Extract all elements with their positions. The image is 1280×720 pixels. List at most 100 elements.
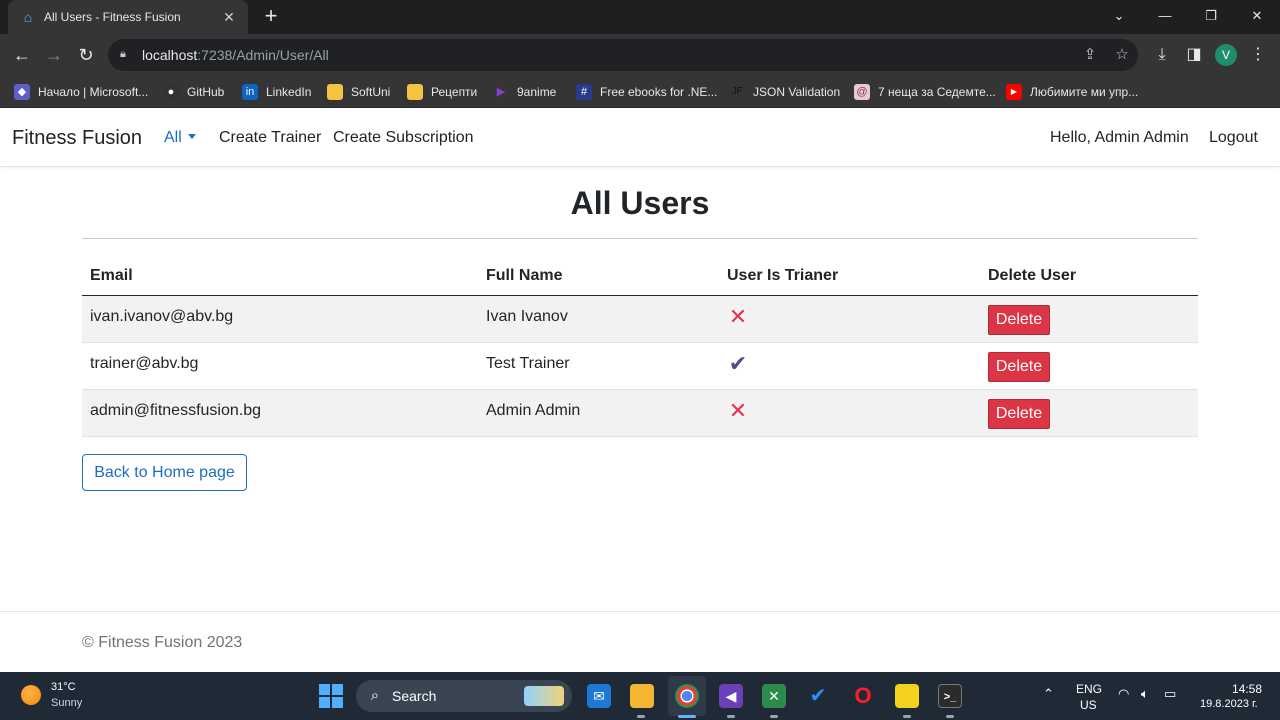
weather-condition[interactable]: Sunny xyxy=(51,697,82,709)
weather-temperature[interactable]: 31°C xyxy=(51,681,76,693)
tab-search-icon[interactable]: ⌄ xyxy=(1096,0,1142,32)
linkedin-icon: in xyxy=(242,84,258,100)
running-indicator xyxy=(770,715,778,718)
bookmark-item[interactable]: ◆ Начало | Microsoft... xyxy=(14,82,148,102)
web-page: Fitness Fusion All Create Trainer Create… xyxy=(0,109,1280,672)
bookmark-item[interactable]: SoftUni xyxy=(327,82,390,102)
running-indicator xyxy=(637,715,645,718)
folder-icon xyxy=(327,84,343,100)
column-header-is-trainer: User Is Trianer xyxy=(727,267,839,284)
taskbar-search-box[interactable]: ⌕ Search xyxy=(356,680,572,712)
clock-date[interactable]: 19.8.2023 г. xyxy=(1200,698,1258,710)
bookmark-item[interactable]: ▶ 9anime xyxy=(493,82,557,102)
all-dropdown[interactable]: All xyxy=(164,129,196,147)
bookmark-item[interactable]: # Free ebooks for .NE... xyxy=(576,82,717,102)
table-header: Email Full Name User Is Trianer Delete U… xyxy=(82,255,1198,296)
bookmark-item[interactable]: JF JSON Validation xyxy=(729,82,840,102)
browser-tab-bar: ⌂ All Users - Fitness Fusion ✕ + ⌄ — ❐ ✕ xyxy=(0,0,1280,34)
logout-link[interactable]: Logout xyxy=(1209,129,1258,147)
search-label: Search xyxy=(392,688,437,704)
download-icon[interactable]: ⤓ xyxy=(1150,43,1174,67)
page-title: All Users xyxy=(570,185,710,221)
address-bar[interactable]: 🔒︎ localhost:7238/Admin/User/All ⇪ ☆ xyxy=(108,39,1138,71)
profile-avatar[interactable]: V xyxy=(1215,44,1237,66)
table-row: trainer@abv.bg Test Trainer ✔ Delete xyxy=(82,343,1198,390)
ebook-icon: # xyxy=(576,84,592,100)
brand-link[interactable]: Fitness Fusion xyxy=(12,127,142,150)
keyboard-layout[interactable]: US xyxy=(1080,698,1097,712)
user-email: ivan.ivanov@abv.bg xyxy=(90,308,234,325)
app-icon[interactable]: ✕ xyxy=(762,684,786,708)
running-indicator xyxy=(946,715,954,718)
create-subscription-link[interactable]: Create Subscription xyxy=(333,129,474,147)
youtube-icon: ▶ xyxy=(1006,84,1022,100)
site-footer: © Fitness Fusion 2023 xyxy=(0,611,1280,672)
battery-icon[interactable]: ▭ xyxy=(1164,686,1176,702)
create-trainer-link[interactable]: Create Trainer xyxy=(219,129,321,147)
footer-copyright: © Fitness Fusion 2023 xyxy=(82,634,243,651)
play-icon: ▶ xyxy=(496,86,506,98)
url-text: localhost:7238/Admin/User/All xyxy=(142,47,329,63)
todo-check-icon[interactable]: ✔ xyxy=(806,684,830,708)
folder-icon xyxy=(407,84,423,100)
minimize-button[interactable]: — xyxy=(1142,0,1188,32)
sticky-notes-icon[interactable] xyxy=(895,684,919,708)
bookmark-item[interactable]: @7 неща за Седемте... xyxy=(854,82,996,102)
reload-icon[interactable]: ↻ xyxy=(74,43,98,67)
menu-dots-icon[interactable]: ⋮ xyxy=(1246,43,1270,67)
active-indicator xyxy=(678,715,696,718)
mail-icon[interactable]: ✉ xyxy=(587,684,611,708)
back-arrow-icon[interactable]: ← xyxy=(10,43,34,67)
side-panel-icon[interactable]: ◨ xyxy=(1182,43,1206,67)
check-icon: ✔ xyxy=(728,351,748,376)
close-tab-icon[interactable]: ✕ xyxy=(220,9,238,26)
chrome-icon[interactable] xyxy=(675,684,699,708)
bookmark-item[interactable]: ▶ Любимите ми упр... xyxy=(1006,82,1138,102)
chevron-up-icon[interactable]: ⌃ xyxy=(1043,686,1054,702)
bookmark-star-icon[interactable]: ☆ xyxy=(1112,45,1132,65)
opera-icon[interactable]: O xyxy=(851,684,875,708)
lock-icon: 🔒︎ xyxy=(120,48,126,60)
bookmark-item[interactable]: in LinkedIn xyxy=(242,82,311,102)
cross-icon: ✕ xyxy=(728,304,748,329)
bookmark-item[interactable]: ● GitHub xyxy=(163,82,224,102)
title-divider xyxy=(82,238,1198,239)
browser-tab[interactable]: ⌂ All Users - Fitness Fusion ✕ xyxy=(8,0,248,34)
greeting-link[interactable]: Hello, Admin Admin xyxy=(1050,129,1189,147)
forward-arrow-icon[interactable]: → xyxy=(42,43,66,67)
close-window-button[interactable]: ✕ xyxy=(1234,0,1280,32)
json-icon: JF xyxy=(731,86,743,97)
terminal-icon[interactable]: >_ xyxy=(938,684,962,708)
delete-user-button[interactable]: Delete xyxy=(988,352,1050,382)
visual-studio-icon[interactable]: ◀ xyxy=(719,684,743,708)
volume-icon[interactable]: 🔈︎ xyxy=(1141,686,1149,702)
delete-user-button[interactable]: Delete xyxy=(988,399,1050,429)
user-full-name: Ivan Ivanov xyxy=(486,308,568,325)
cross-icon: ✕ xyxy=(728,398,748,423)
sun-weather-icon[interactable] xyxy=(21,685,41,705)
language-indicator[interactable]: ENG xyxy=(1076,682,1102,696)
wifi-icon[interactable]: ◠ xyxy=(1118,686,1129,702)
user-email: trainer@abv.bg xyxy=(90,355,199,372)
new-tab-button[interactable]: + xyxy=(259,4,283,28)
share-icon[interactable]: ⇪ xyxy=(1080,45,1100,65)
restore-button[interactable]: ❐ xyxy=(1188,0,1234,32)
bookmark-item[interactable]: Рецепти xyxy=(407,82,477,102)
table-row: ivan.ivanov@abv.bg Ivan Ivanov ✕ Delete xyxy=(82,296,1198,343)
search-highlight-icon xyxy=(524,686,564,706)
user-full-name: Admin Admin xyxy=(486,402,581,419)
clock-time[interactable]: 14:58 xyxy=(1232,682,1262,696)
delete-user-button[interactable]: Delete xyxy=(988,305,1050,335)
windows-start-icon[interactable] xyxy=(319,684,343,708)
tab-title: All Users - Fitness Fusion xyxy=(44,10,181,24)
swirl-icon: @ xyxy=(854,84,870,100)
back-to-home-button[interactable]: Back to Home page xyxy=(82,454,247,491)
bookmark-icon: ◆ xyxy=(14,84,30,100)
running-indicator xyxy=(727,715,735,718)
column-header-full-name: Full Name xyxy=(486,267,563,284)
browser-toolbar: ← → ↻ 🔒︎ localhost:7238/Admin/User/All ⇪… xyxy=(0,34,1280,76)
column-header-email: Email xyxy=(90,267,133,284)
file-explorer-icon[interactable] xyxy=(630,684,654,708)
caret-down-icon xyxy=(187,134,196,139)
site-navbar: Fitness Fusion All Create Trainer Create… xyxy=(0,109,1280,167)
